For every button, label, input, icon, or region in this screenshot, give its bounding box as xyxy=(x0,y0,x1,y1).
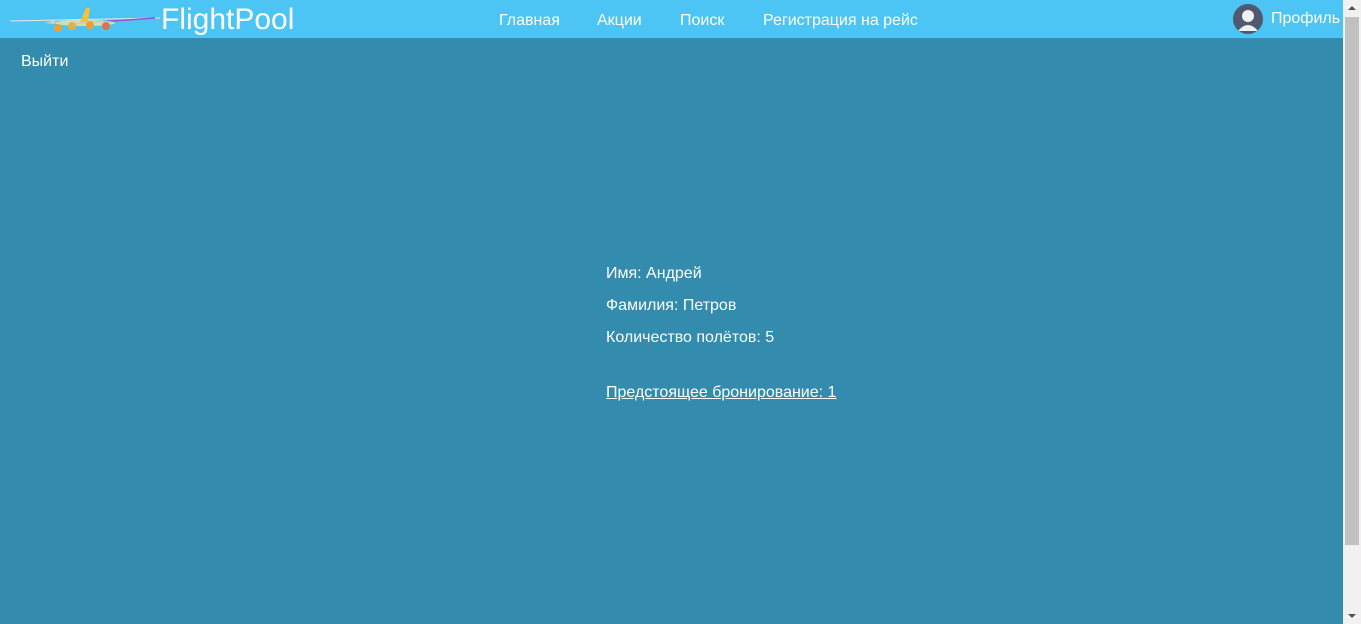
user-avatar-icon xyxy=(1233,4,1263,34)
brand-logo-text[interactable]: FlightPool xyxy=(161,3,294,37)
scrollbar-thumb[interactable] xyxy=(1345,17,1359,545)
vertical-scrollbar[interactable] xyxy=(1343,0,1361,624)
logout-link[interactable]: Выйти xyxy=(21,52,68,72)
profile-button[interactable]: Профиль xyxy=(1233,3,1340,35)
last-name-text: Фамилия: Петров xyxy=(606,297,737,314)
flights-count-text: Количество полётов: 5 xyxy=(606,329,775,346)
profile-label: Профиль xyxy=(1271,10,1341,27)
top-navigation-bar: FlightPool Главная Акции Поиск Регистрац… xyxy=(0,0,1343,38)
nav-home-link[interactable]: Главная xyxy=(499,11,560,31)
nav-promotions-link[interactable]: Акции xyxy=(597,11,642,31)
nav-checkin-link[interactable]: Регистрация на рейс xyxy=(763,11,918,31)
scroll-up-arrow-icon[interactable] xyxy=(1343,0,1361,17)
nav-search-link[interactable]: Поиск xyxy=(680,11,724,31)
first-name-text: Имя: Андрей xyxy=(606,265,702,282)
profile-info-panel: Имя: Андрей Фамилия: Петров Количество п… xyxy=(606,264,774,360)
upcoming-booking-link[interactable]: Предстоящее бронирование: 1 xyxy=(606,383,836,403)
scroll-down-arrow-icon[interactable] xyxy=(1343,607,1361,624)
airplane-logo-icon[interactable] xyxy=(10,4,160,36)
